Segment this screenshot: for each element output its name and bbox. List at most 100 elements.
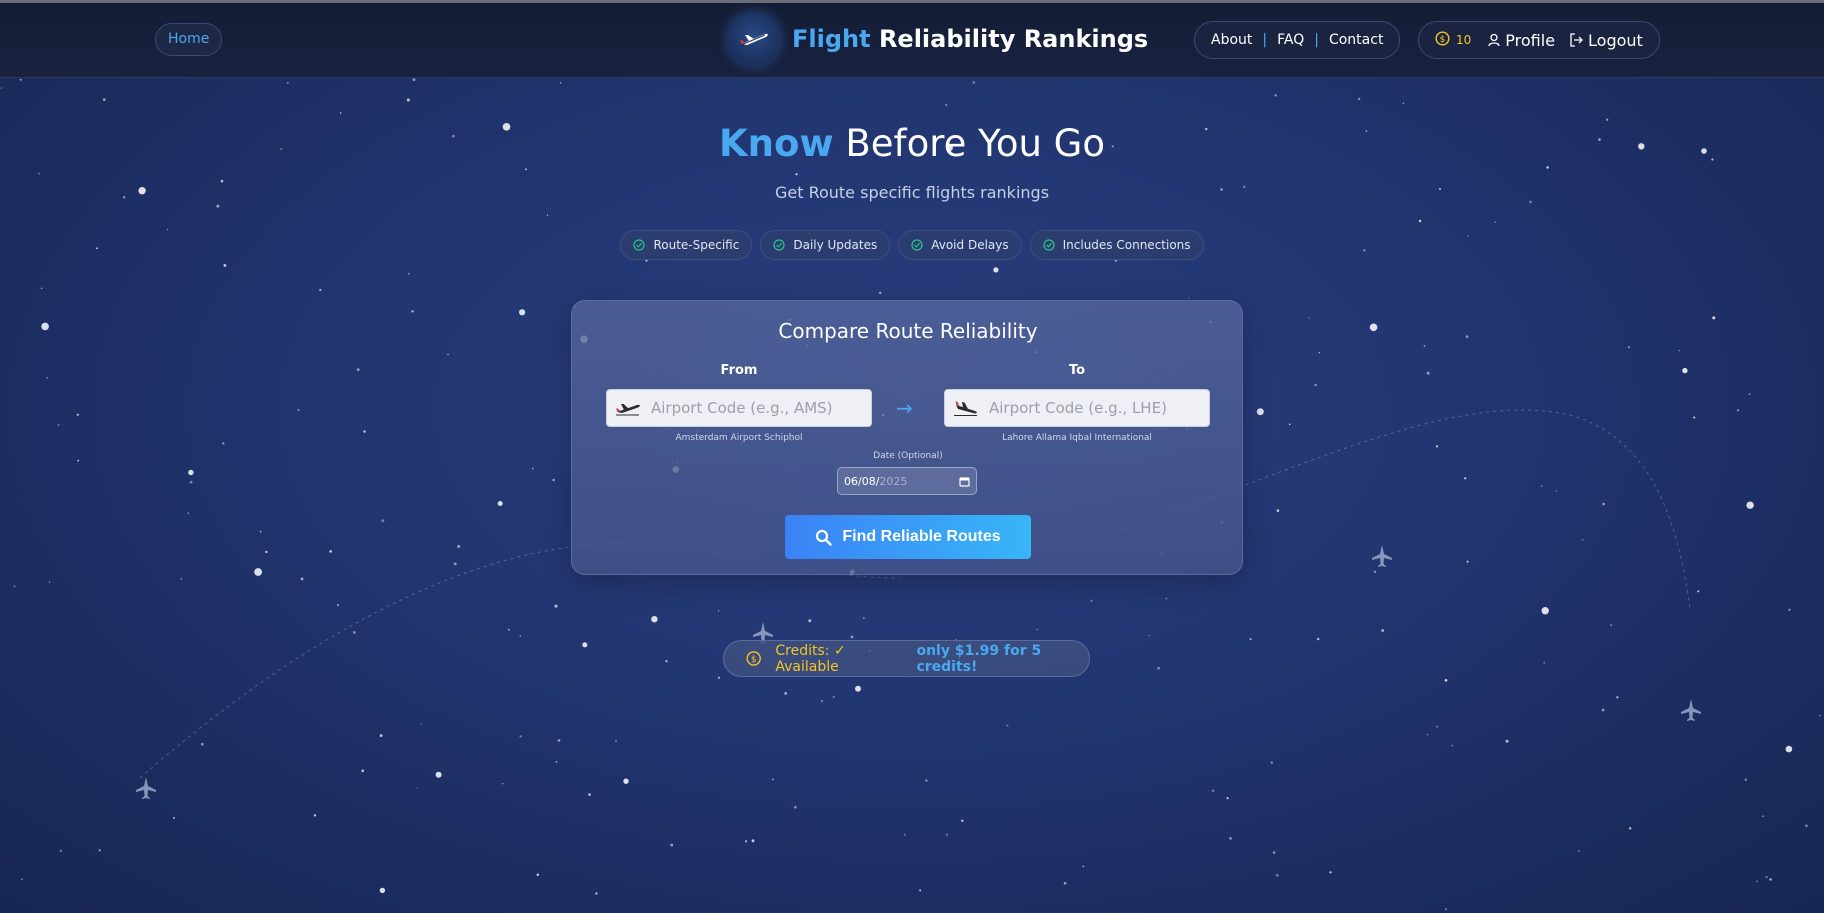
star <box>1746 501 1754 509</box>
star <box>420 723 422 725</box>
star <box>1744 778 1748 781</box>
star <box>1157 666 1160 670</box>
nav-link-about[interactable]: About <box>1211 32 1252 48</box>
hero-title: Know Before You Go <box>0 122 1824 165</box>
star <box>216 204 220 208</box>
star <box>832 695 835 699</box>
star <box>352 631 356 634</box>
logout-link[interactable]: Logout <box>1569 31 1643 50</box>
home-button[interactable]: Home <box>155 23 223 56</box>
logout-icon <box>1570 33 1583 47</box>
top-navbar: Home Flight Reliability Rankings About |… <box>0 3 1824 78</box>
nav-link-contact[interactable]: Contact <box>1329 32 1383 48</box>
star <box>919 889 922 892</box>
star <box>1426 371 1430 375</box>
star <box>1165 597 1168 600</box>
date-day-month: 06/08/ <box>844 474 880 488</box>
to-field[interactable] <box>944 389 1210 427</box>
star <box>337 604 339 607</box>
star <box>507 628 510 631</box>
check-circle-icon <box>911 239 923 251</box>
star <box>903 833 906 836</box>
feature-pill: Daily Updates <box>760 230 891 260</box>
star <box>1436 725 1438 728</box>
airplane-icon <box>1372 545 1392 567</box>
nav-links-group: About | FAQ | Contact <box>1194 21 1401 59</box>
star <box>356 368 360 371</box>
star <box>1270 761 1274 764</box>
coin-icon: $ <box>746 651 761 666</box>
star <box>180 578 183 580</box>
star <box>555 760 558 763</box>
site-title-accent: Flight <box>792 25 871 53</box>
star <box>1610 624 1613 626</box>
find-routes-button[interactable]: Find Reliable Routes <box>785 515 1031 559</box>
brand-logo-link[interactable]: Flight Reliability Rankings <box>728 12 1148 66</box>
star <box>339 112 342 114</box>
star <box>519 735 522 738</box>
star <box>38 172 40 175</box>
star <box>808 619 812 623</box>
check-circle-icon <box>633 239 646 251</box>
star <box>1036 628 1038 631</box>
nav-link-faq[interactable]: FAQ <box>1277 32 1304 48</box>
profile-label: Profile <box>1505 30 1556 50</box>
hero-title-rest: Before You Go <box>833 122 1105 165</box>
star <box>57 424 60 426</box>
route-search-card: Compare Route Reliability From Amsterdam… <box>571 300 1243 575</box>
star <box>361 769 365 773</box>
star <box>1678 349 1680 352</box>
star <box>286 82 289 84</box>
star <box>862 617 865 620</box>
profile-link[interactable]: Profile <box>1487 31 1555 50</box>
star <box>1249 638 1252 641</box>
star <box>1546 166 1549 169</box>
svg-text:$: $ <box>1440 35 1446 45</box>
search-card-title: Compare Route Reliability <box>778 319 1038 343</box>
star <box>1628 827 1632 830</box>
airplane-logo-icon <box>728 13 780 65</box>
star <box>1272 851 1276 854</box>
star <box>525 168 527 171</box>
buy-credits-link[interactable]: only $1.99 for 5 credits! <box>916 643 1089 675</box>
feature-label: Route-Specific <box>653 238 740 252</box>
star <box>717 676 720 679</box>
star <box>41 322 49 331</box>
star <box>1314 383 1317 387</box>
star <box>1451 744 1454 747</box>
to-airport-name: Lahore Allama Iqbal International <box>1002 433 1152 443</box>
star <box>1418 219 1422 223</box>
star <box>220 179 224 183</box>
star <box>1601 708 1605 712</box>
to-input[interactable] <box>989 399 1199 417</box>
star <box>77 459 80 462</box>
feature-pills: Route-Specific Daily Updates Avoid Delay… <box>0 230 1824 260</box>
star <box>265 550 268 554</box>
star <box>381 519 385 523</box>
star <box>1229 837 1232 840</box>
hero-title-accent: Know <box>719 122 834 165</box>
star <box>254 568 262 576</box>
date-input[interactable]: 06/08/2025 <box>837 467 977 495</box>
star <box>319 288 322 291</box>
star <box>447 353 449 356</box>
star <box>188 469 194 476</box>
star <box>1541 607 1549 615</box>
star <box>1602 502 1605 506</box>
feature-label: Daily Updates <box>793 238 878 252</box>
star <box>1187 297 1190 299</box>
star <box>1381 629 1384 632</box>
star <box>794 806 797 809</box>
star <box>1769 878 1772 881</box>
from-input[interactable] <box>651 399 861 417</box>
nav-separator: | <box>1314 32 1319 48</box>
star <box>259 530 262 533</box>
feature-pill: Includes Connections <box>1029 230 1204 260</box>
star <box>329 550 333 553</box>
star <box>1006 724 1009 727</box>
star <box>1373 570 1377 573</box>
star <box>222 442 225 445</box>
star <box>582 642 588 648</box>
star <box>406 98 410 102</box>
from-field[interactable] <box>606 389 872 427</box>
